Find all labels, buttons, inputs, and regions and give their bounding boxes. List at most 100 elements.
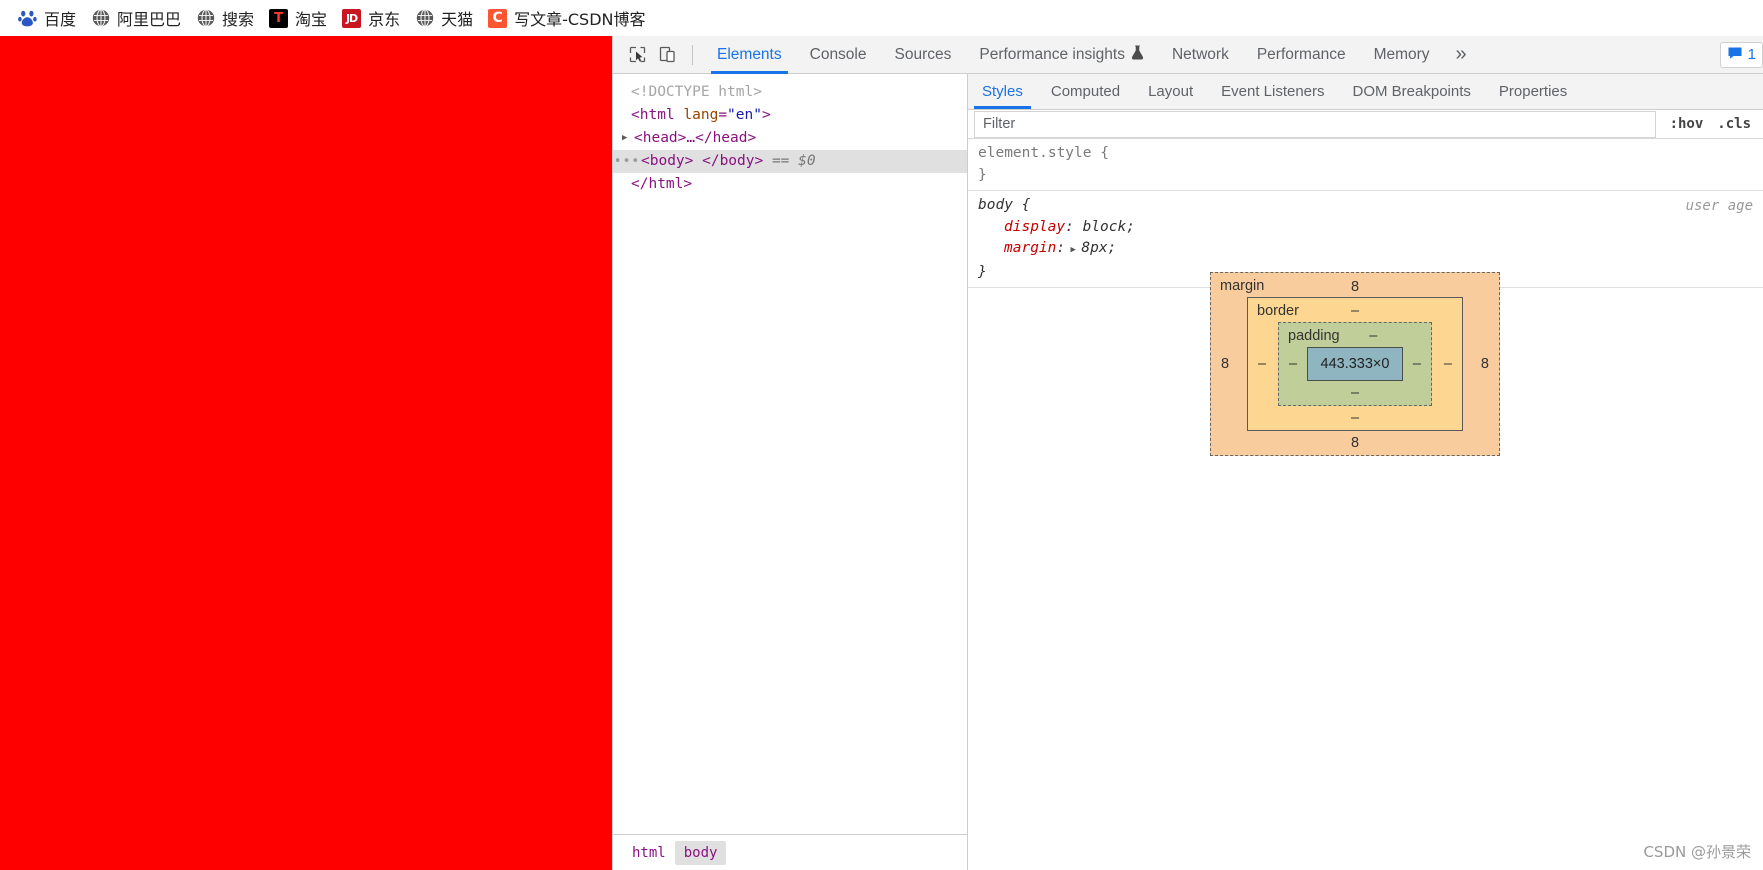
tab-styles[interactable]: Styles [968, 74, 1037, 109]
tab-label: Performance insights [979, 45, 1125, 63]
device-toolbar-icon[interactable] [652, 41, 682, 69]
tab-sources[interactable]: Sources [881, 36, 966, 74]
bookmark-item-tmall[interactable]: 天猫 [411, 3, 484, 33]
margin-bottom-value[interactable]: 8 [1351, 435, 1359, 451]
border-left-value[interactable]: – [1258, 356, 1266, 372]
devtools-panel: Elements Console Sources Performance ins… [612, 36, 1763, 870]
padding-top-value[interactable]: – [1369, 328, 1377, 344]
property-value[interactable]: 8px; [1081, 240, 1116, 256]
box-model-padding-label: padding [1288, 328, 1340, 344]
box-model-border-label: border [1257, 303, 1299, 319]
bookmark-item-baidu[interactable]: 百度 [14, 3, 87, 33]
styles-tab-label: DOM Breakpoints [1352, 83, 1471, 100]
styles-tab-label: Styles [982, 83, 1023, 100]
hov-toggle[interactable]: :hov [1670, 116, 1704, 132]
rule-close-brace: } [978, 166, 987, 183]
toolbar-divider [692, 44, 693, 65]
bookmark-item-alibaba[interactable]: 阿里巴巴 [87, 3, 192, 33]
rule-origin: user age [1685, 198, 1753, 214]
padding-right-value[interactable]: – [1413, 356, 1421, 372]
property-name[interactable]: display [1004, 219, 1065, 235]
csdn-icon: C [488, 8, 508, 28]
tab-elements[interactable]: Elements [703, 36, 796, 74]
dom-line-doctype[interactable]: <!DOCTYPE html> [613, 81, 967, 104]
rule-selector[interactable]: element.style { [978, 143, 1755, 165]
dom-line-html-close[interactable]: </html> [613, 173, 967, 196]
tab-computed[interactable]: Computed [1037, 74, 1134, 109]
breadcrumb-item-body[interactable]: body [674, 840, 727, 865]
devtools-main: <!DOCTYPE html> < html lang = "en" > ▶ <head… [613, 74, 1763, 870]
padding-bottom-value[interactable]: – [1351, 385, 1359, 401]
margin-left-value[interactable]: 8 [1221, 356, 1229, 372]
box-model-content[interactable]: 443.333×0 [1307, 347, 1403, 381]
margin-top-value[interactable]: 8 [1351, 279, 1359, 295]
tab-performance-insights[interactable]: Performance insights [965, 36, 1158, 74]
tab-memory[interactable]: Memory [1360, 36, 1444, 74]
html-attr-value: "en" [727, 107, 762, 123]
property-value[interactable]: block; [1083, 219, 1135, 235]
head-collapsed-text: <head>…</head> [634, 130, 757, 146]
filter-placeholder: Filter [983, 116, 1016, 132]
bookmark-label: 天猫 [441, 10, 474, 29]
tab-layout[interactable]: Layout [1134, 74, 1207, 109]
styles-rules-body[interactable]: element.style { } user age body { displa… [968, 139, 1763, 870]
rule-element-style[interactable]: element.style { } [968, 139, 1763, 191]
tab-performance[interactable]: Performance [1243, 36, 1360, 74]
border-right-value[interactable]: – [1444, 356, 1452, 372]
tab-label: Network [1171, 45, 1229, 63]
styles-tab-list: Styles Computed Layout Event Listeners D… [968, 74, 1763, 110]
margin-right-value[interactable]: 8 [1481, 356, 1489, 372]
border-top-value[interactable]: – [1351, 303, 1359, 319]
doctype-text: <!DOCTYPE html> [631, 84, 762, 100]
more-options-dots-icon[interactable]: ••• [613, 150, 641, 173]
pseudo-state-toggles: :hov .cls [1656, 116, 1763, 132]
padding-left-value[interactable]: – [1289, 356, 1297, 372]
dom-line-head[interactable]: ▶ <head>…</head> [613, 127, 967, 150]
tab-label: Memory [1373, 45, 1430, 63]
declaration-margin[interactable]: margin: ▶ 8px; [978, 238, 1755, 262]
bookmark-label: 百度 [44, 10, 77, 29]
taobao-icon: T [269, 8, 289, 28]
declaration-display[interactable]: display: block; [978, 217, 1755, 239]
border-bottom-value[interactable]: – [1351, 410, 1359, 426]
body-selected-var: == $0 [771, 153, 816, 169]
bookmark-label: 阿里巴巴 [117, 10, 182, 29]
globe-icon [415, 9, 434, 28]
dom-line-html[interactable]: < html lang = "en" > [613, 104, 967, 127]
tab-label: Elements [717, 45, 782, 63]
breadcrumb-item-html[interactable]: html [623, 841, 675, 865]
watermark: CSDN @孙景荣 [1643, 843, 1751, 861]
filter-input[interactable]: Filter [974, 110, 1656, 138]
issues-badge[interactable]: 1 [1719, 41, 1763, 68]
box-model-border[interactable]: border – – – – padding – – – – 443.333×0 [1247, 297, 1463, 431]
expand-triangle-icon[interactable]: ▶ [1065, 245, 1081, 255]
cls-toggle[interactable]: .cls [1717, 116, 1751, 132]
dom-tree[interactable]: <!DOCTYPE html> < html lang = "en" > ▶ <head… [613, 74, 967, 834]
tab-dom-breakpoints[interactable]: DOM Breakpoints [1339, 74, 1485, 109]
bookmark-item-csdn[interactable]: C 写文章-CSDN博客 [484, 3, 656, 33]
bookmark-item-jd[interactable]: JD 京东 [338, 3, 411, 33]
expand-triangle-icon[interactable]: ▶ [622, 127, 634, 150]
bookmark-label: 京东 [368, 10, 401, 29]
property-name[interactable]: margin [1004, 240, 1056, 256]
styles-filter-row: Filter :hov .cls [968, 110, 1763, 139]
tab-event-listeners[interactable]: Event Listeners [1207, 74, 1338, 109]
rule-selector[interactable]: body { [978, 195, 1755, 217]
styles-pane: Styles Computed Layout Event Listeners D… [968, 74, 1763, 870]
tab-console[interactable]: Console [796, 36, 881, 74]
bookmark-item-taobao[interactable]: T 淘宝 [265, 3, 338, 33]
dom-line-body[interactable]: ••• <body> </body> == $0 [613, 150, 967, 173]
tab-network[interactable]: Network [1158, 36, 1243, 74]
box-model-margin[interactable]: margin 8 8 8 8 border – – – – padding – … [1210, 272, 1500, 456]
html-attr-name: lang [683, 107, 719, 123]
box-model-padding[interactable]: padding – – – – 443.333×0 [1278, 322, 1432, 406]
devtools-toolbar: Elements Console Sources Performance ins… [613, 36, 1763, 74]
inspect-cursor-icon[interactable] [622, 41, 652, 69]
bookmark-item-search[interactable]: 搜索 [192, 3, 265, 33]
jd-icon: JD [342, 8, 362, 28]
styles-tab-label: Event Listeners [1221, 83, 1325, 100]
styles-tab-label: Layout [1148, 83, 1194, 100]
more-tabs-chevron-icon[interactable]: » [1444, 36, 1479, 74]
page-viewport[interactable] [0, 36, 612, 870]
tab-properties[interactable]: Properties [1485, 74, 1581, 109]
